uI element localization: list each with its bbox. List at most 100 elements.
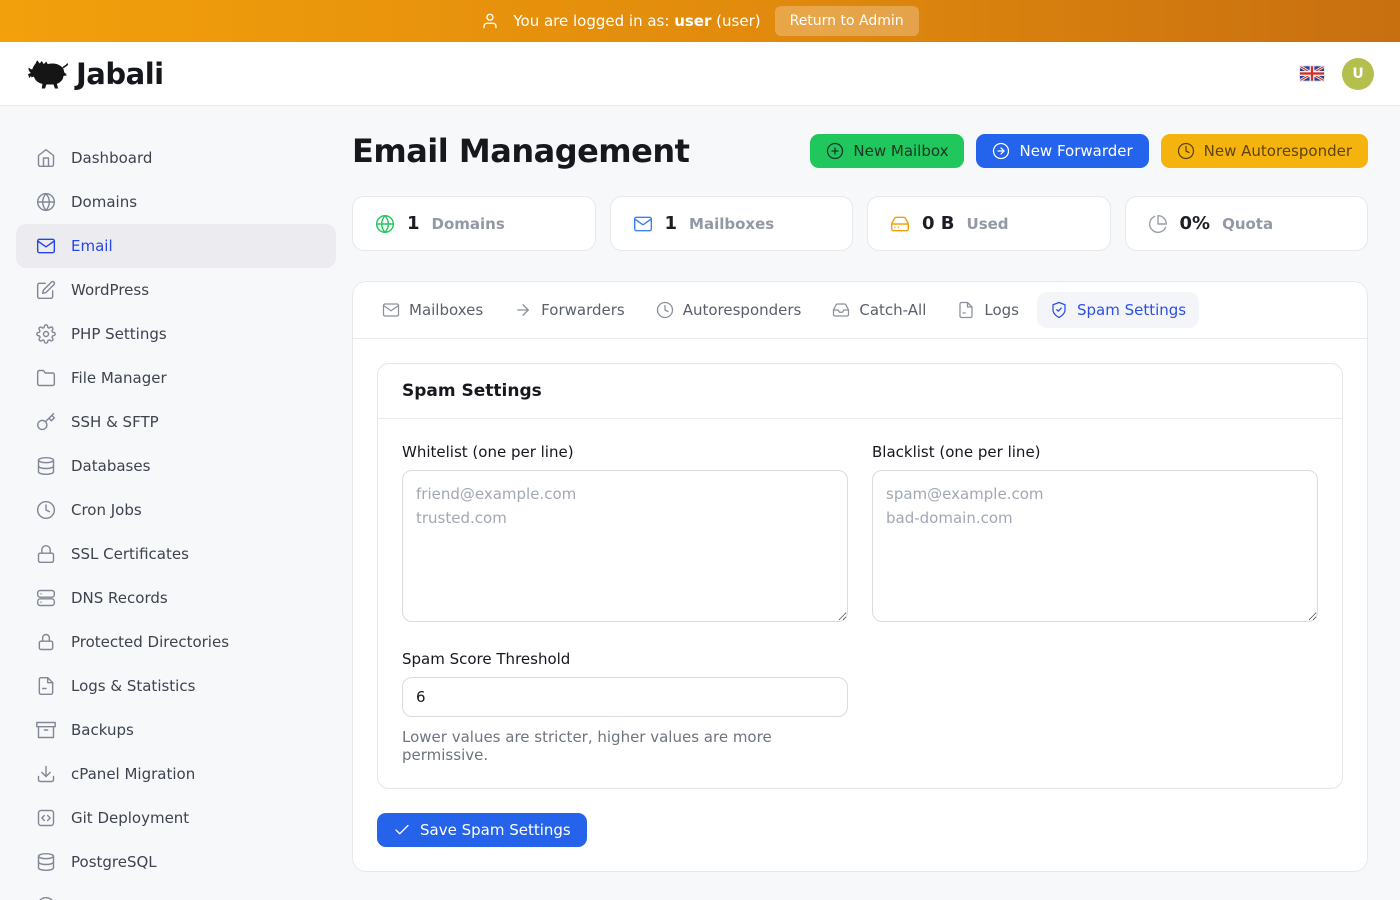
sidebar-item-file-manager[interactable]: File Manager — [16, 356, 336, 400]
banner-role: (user) — [716, 12, 760, 30]
action-buttons: New Mailbox New Forwarder New Autorespon… — [810, 134, 1368, 168]
impersonation-banner: You are logged in as: user (user) Return… — [0, 0, 1400, 42]
folder-icon — [36, 368, 56, 388]
sidebar-item-label: DNS Records — [71, 589, 168, 607]
panel-title: Spam Settings — [378, 364, 1342, 419]
sidebar-item-label: Protected Directories — [71, 633, 229, 651]
sidebar-item-email[interactable]: Email — [16, 224, 336, 268]
page-title: Email Management — [352, 132, 689, 170]
sidebar-item-ssl-certificates[interactable]: SSL Certificates — [16, 532, 336, 576]
sidebar-item-git-deployment[interactable]: Git Deployment — [16, 796, 336, 840]
sidebar-item-label: SSL Certificates — [71, 545, 189, 563]
inbox-icon — [832, 301, 850, 319]
sidebar-item-label: Email — [71, 237, 113, 255]
sidebar-item-label: Logs & Statistics — [71, 677, 195, 695]
return-to-admin-button[interactable]: Return to Admin — [775, 6, 919, 36]
threshold-label: Spam Score Threshold — [402, 650, 848, 668]
sidebar-item-label: SSH & SFTP — [71, 413, 159, 431]
sidebar-item-backups[interactable]: Backups — [16, 708, 336, 752]
button-label: New Forwarder — [1019, 142, 1132, 160]
edit-icon — [36, 280, 56, 300]
lock-icon — [36, 632, 56, 652]
sidebar-item-dns-records[interactable]: DNS Records — [16, 576, 336, 620]
main-content: Email Management New Mailbox New Forward… — [352, 106, 1400, 900]
stat-value: 1 — [407, 213, 420, 234]
sidebar-item-cpanel-migration[interactable]: cPanel Migration — [16, 752, 336, 796]
code-square-icon — [36, 808, 56, 828]
spam-settings-tab-content: Spam Settings Whitelist (one per line) B… — [353, 339, 1367, 871]
globe-icon — [375, 214, 395, 234]
sidebar-item-label: Dashboard — [71, 149, 152, 167]
sidebar-item-label: PostgreSQL — [71, 853, 157, 871]
stat-label: Used — [967, 215, 1009, 233]
brand[interactable]: Jabali — [26, 57, 164, 91]
gear-icon — [36, 324, 56, 344]
sidebar-item-databases[interactable]: Databases — [16, 444, 336, 488]
tab-mailboxes[interactable]: Mailboxes — [369, 292, 496, 328]
sidebar-item-php-settings[interactable]: PHP Settings — [16, 312, 336, 356]
sidebar-item-partial[interactable] — [16, 884, 336, 900]
stat-card-domains: 1 Domains — [352, 196, 596, 251]
file-text-icon — [36, 676, 56, 696]
clock-icon — [1177, 142, 1195, 160]
lock-icon — [36, 544, 56, 564]
sidebar-item-wordpress[interactable]: WordPress — [16, 268, 336, 312]
spam-score-threshold-input[interactable] — [402, 677, 848, 717]
globe-icon — [36, 192, 56, 212]
home-icon — [36, 148, 56, 168]
button-label: New Autoresponder — [1204, 142, 1352, 160]
stat-card-used: 0 B Used — [867, 196, 1111, 251]
sidebar-item-label: File Manager — [71, 369, 167, 387]
tab-forwarders[interactable]: Forwarders — [501, 292, 638, 328]
sidebar-item-postgresql[interactable]: PostgreSQL — [16, 840, 336, 884]
tab-label: Autoresponders — [683, 301, 802, 319]
whitelist-textarea[interactable] — [402, 470, 848, 622]
warthog-logo-icon — [26, 58, 68, 90]
key-icon — [36, 412, 56, 432]
threshold-field-group: Spam Score Threshold Lower values are st… — [402, 650, 848, 764]
stat-label: Mailboxes — [689, 215, 774, 233]
new-autoresponder-button[interactable]: New Autoresponder — [1161, 134, 1368, 168]
blacklist-label: Blacklist (one per line) — [872, 443, 1318, 461]
mail-icon — [633, 214, 653, 234]
database-icon — [36, 456, 56, 476]
sidebar-item-domains[interactable]: Domains — [16, 180, 336, 224]
banner-username: user — [674, 12, 711, 30]
check-icon — [393, 821, 411, 839]
tab-logs[interactable]: Logs — [944, 292, 1032, 328]
sidebar-item-logs-statistics[interactable]: Logs & Statistics — [16, 664, 336, 708]
new-mailbox-button[interactable]: New Mailbox — [810, 134, 964, 168]
user-avatar[interactable]: U — [1342, 58, 1374, 90]
sidebar-item-protected-directories[interactable]: Protected Directories — [16, 620, 336, 664]
save-spam-settings-button[interactable]: Save Spam Settings — [377, 813, 587, 847]
pie-chart-icon — [1148, 214, 1168, 234]
language-flag-icon[interactable] — [1300, 66, 1324, 81]
whitelist-field-group: Whitelist (one per line) — [402, 443, 848, 626]
stat-card-mailboxes: 1 Mailboxes — [610, 196, 854, 251]
arrow-right-circle-icon — [992, 142, 1010, 160]
arrow-right-icon — [514, 301, 532, 319]
sidebar-item-label: Cron Jobs — [71, 501, 142, 519]
sidebar-item-label: cPanel Migration — [71, 765, 195, 783]
tab-label: Spam Settings — [1077, 301, 1186, 319]
banner-message: You are logged in as: user (user) — [513, 12, 760, 30]
blacklist-textarea[interactable] — [872, 470, 1318, 622]
tab-spam-settings[interactable]: Spam Settings — [1037, 292, 1199, 328]
tab-label: Forwarders — [541, 301, 625, 319]
sidebar-item-dashboard[interactable]: Dashboard — [16, 136, 336, 180]
brand-name: Jabali — [76, 57, 164, 91]
circle-icon — [36, 896, 56, 900]
tab-autoresponders[interactable]: Autoresponders — [643, 292, 815, 328]
button-label: Save Spam Settings — [420, 821, 571, 839]
stat-card-quota: 0% Quota — [1125, 196, 1369, 251]
sidebar-item-ssh-sftp[interactable]: SSH & SFTP — [16, 400, 336, 444]
tab-label: Logs — [984, 301, 1019, 319]
tab-catch-all[interactable]: Catch-All — [819, 292, 939, 328]
user-icon — [481, 12, 499, 30]
sidebar: Dashboard Domains Email WordPress PHP Se… — [0, 106, 352, 900]
sidebar-item-cron-jobs[interactable]: Cron Jobs — [16, 488, 336, 532]
mail-icon — [36, 236, 56, 256]
new-forwarder-button[interactable]: New Forwarder — [976, 134, 1148, 168]
plus-circle-icon — [826, 142, 844, 160]
email-tabs-card: Mailboxes Forwarders Autoresponders Catc… — [352, 281, 1368, 872]
